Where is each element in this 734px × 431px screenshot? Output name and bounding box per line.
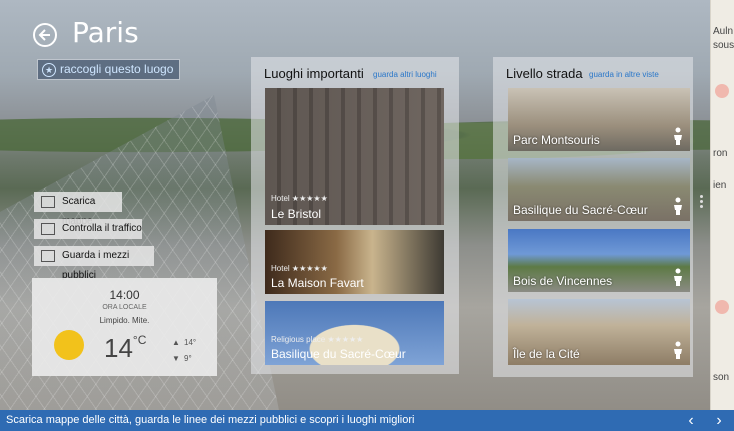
map-label: son	[713, 372, 730, 383]
caption-bar: Scarica mappe delle città, guarda le lin…	[0, 410, 734, 431]
landmarks-panel: Luoghi importanti guarda altri luoghi Ho…	[251, 57, 459, 374]
high-arrow-icon: ▲	[172, 338, 180, 347]
place-card[interactable]: Religious place ★★★★★ Basilique du Sacré…	[265, 301, 444, 365]
weather-tile[interactable]: 14:00 ORA LOCALE Limpido. Mite. 14°C ▲ 1…	[32, 278, 217, 376]
place-card[interactable]: Hotel ★★★★★ La Maison Favart	[265, 230, 444, 294]
local-time-label: ORA LOCALE	[102, 304, 147, 311]
place-name: Le Bristol	[271, 207, 322, 221]
page-title: Paris	[72, 16, 139, 49]
streetside-name: Basilique du Sacré-Cœur	[513, 203, 648, 217]
next-button[interactable]: ›	[704, 410, 734, 431]
streetside-name: Parc Montsouris	[513, 133, 600, 147]
map-label: ron	[713, 148, 728, 159]
see-other-views-link[interactable]: guarda in altre viste	[589, 70, 659, 79]
place-card[interactable]: Hotel ★★★★★ Le Bristol	[265, 88, 444, 225]
collect-place-label: raccogli questo luogo	[60, 62, 174, 76]
streetside-name: Île de la Cité	[513, 347, 580, 361]
star-icon: ★	[42, 63, 56, 77]
collect-place-button[interactable]: ★ raccogli questo luogo	[37, 59, 181, 80]
place-category: Religious place ★★★★★	[271, 335, 364, 344]
person-icon	[674, 197, 682, 215]
temperature: 14°C	[104, 333, 146, 364]
check-traffic-label: Controlla il traffico	[62, 223, 142, 234]
back-arrow-icon	[38, 29, 50, 41]
streetside-title: Livello strada	[506, 66, 583, 81]
temperature-low: 9°	[184, 354, 192, 363]
map-marker	[715, 84, 729, 98]
place-name: La Maison Favart	[271, 276, 364, 290]
streetside-card[interactable]: Bois de Vincennes	[508, 229, 690, 292]
bus-icon	[41, 250, 55, 262]
streetside-name: Bois de Vincennes	[513, 274, 613, 288]
streetside-card[interactable]: Basilique du Sacré-Cœur	[508, 158, 690, 221]
person-icon	[674, 127, 682, 145]
landmarks-title: Luoghi importanti	[264, 66, 364, 81]
map-preview-edge[interactable]: Auln sous- ron ien son	[710, 0, 734, 410]
person-icon	[674, 341, 682, 359]
weather-condition: Limpido. Mite.	[99, 316, 150, 325]
place-category: Hotel ★★★★★	[271, 264, 328, 273]
map-label: sous-	[713, 40, 734, 51]
download-icon	[41, 196, 55, 208]
public-transit-button[interactable]: Guarda i mezzi pubblici	[34, 246, 154, 281]
low-arrow-icon: ▼	[172, 354, 180, 363]
caption-text: Scarica mappe delle città, guarda le lin…	[6, 414, 415, 426]
car-icon	[41, 223, 55, 235]
download-maps-button[interactable]: Scarica mappe	[34, 192, 122, 227]
map-marker	[715, 300, 729, 314]
temperature-value: 14	[104, 333, 133, 363]
place-photo	[265, 88, 444, 225]
sun-icon	[54, 330, 84, 360]
person-icon	[674, 268, 682, 286]
streetside-card[interactable]: Île de la Cité	[508, 299, 690, 365]
place-category: Hotel ★★★★★	[271, 194, 328, 203]
see-more-places-link[interactable]: guarda altri luoghi	[373, 70, 437, 79]
local-time: 14:00	[109, 288, 140, 302]
map-label: Auln	[713, 26, 734, 37]
temperature-high: 14°	[184, 338, 197, 347]
streetside-card[interactable]: Parc Montsouris	[508, 88, 690, 151]
temperature-unit: °C	[132, 333, 147, 347]
place-name: Basilique du Sacré-Cœur	[271, 347, 406, 361]
check-traffic-button[interactable]: Controlla il traffico	[34, 219, 142, 239]
scroll-handle[interactable]	[700, 193, 706, 210]
previous-button[interactable]: ‹	[676, 410, 706, 431]
back-button[interactable]	[33, 23, 57, 47]
map-label: ien	[713, 180, 727, 191]
streetside-panel: Livello strada guarda in altre viste Par…	[493, 57, 693, 377]
